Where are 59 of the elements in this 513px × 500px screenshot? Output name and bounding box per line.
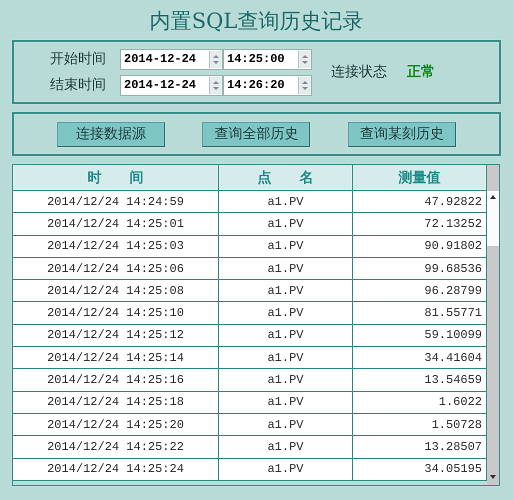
connection-label: 连接状态 [331,63,387,81]
table-cell: a1.PV [219,236,353,258]
table-cell: 47.92822 [353,191,487,214]
table-cell: a1.PV [219,392,353,414]
column-header: 测量值 [353,165,487,191]
table-cell: a1.PV [219,191,353,214]
table-cell: a1.PV [219,414,353,436]
table-cell: 2014/12/24 14:25:12 [13,324,219,348]
field-label: 开始时间 [50,50,107,68]
table-cell: 2014/12/24 14:25:01 [13,213,219,236]
table-cell: 13.28507 [353,436,487,459]
table-cell: 1.6022 [353,392,487,414]
time-field[interactable]: 14:26:20 [223,74,312,96]
query-button[interactable]: 查询全部历史 [202,122,310,146]
table-cell: 2014/12/24 14:25:20 [13,414,219,436]
table-cell: a1.PV [219,369,353,392]
table-cell: a1.PV [219,213,353,236]
table-cell: a1.PV [219,280,353,302]
table-cell: 34.41604 [353,347,487,370]
table-cell: 2014/12/24 14:25:22 [13,436,219,459]
table-cell: 2014/12/24 14:25:08 [13,280,219,302]
scrollbar[interactable] [487,165,499,485]
time-field[interactable]: 14:25:00 [223,48,312,70]
field-label: 结束时间 [50,76,107,94]
column-header: 时 间 [13,165,219,191]
column-header: 点 名 [219,165,353,191]
table-cell: 1.50728 [353,414,487,436]
table-cell: 2014/12/24 14:25:18 [13,392,219,414]
table-cell: 2014/12/24 14:25:10 [13,302,219,325]
table-cell: a1.PV [219,258,353,280]
table-cell: 2014/12/24 14:25:03 [13,236,219,258]
table-cell: a1.PV [219,458,353,481]
date-field[interactable]: 2014-12-24 [120,74,223,96]
spin-button[interactable] [209,76,222,94]
connection-status: 正常 [407,63,435,81]
table-cell: 2014/12/24 14:25:16 [13,369,219,392]
table-cell: 13.54659 [353,369,487,392]
table-cell: 2014/12/24 14:24:59 [13,191,219,214]
table-cell: 96.28799 [353,280,487,302]
query-button[interactable]: 查询某刻历史 [348,122,456,146]
table-cell: 72.13252 [353,213,487,236]
window-title: 内置SQL查询历史记录 [150,8,364,35]
table-cell: 99.68536 [353,258,487,280]
table-cell: a1.PV [219,436,353,459]
table-cell: 81.55771 [353,302,487,325]
table-cell: 2014/12/24 14:25:24 [13,458,219,481]
table-cell: 90.91802 [353,236,487,258]
table-cell: 2014/12/24 14:25:14 [13,347,219,370]
table-cell: 2014/12/24 14:25:06 [13,258,219,280]
spin-button[interactable] [209,50,222,68]
spin-button[interactable] [298,76,311,94]
table-cell: a1.PV [219,347,353,370]
spin-button[interactable] [298,50,311,68]
table-cell: a1.PV [219,324,353,348]
table-cell: a1.PV [219,302,353,325]
table-cell: 34.05195 [353,458,487,481]
table-cell: 59.10099 [353,324,487,348]
date-field[interactable]: 2014-12-24 [120,48,223,70]
query-button[interactable]: 连接数据源 [56,122,165,146]
